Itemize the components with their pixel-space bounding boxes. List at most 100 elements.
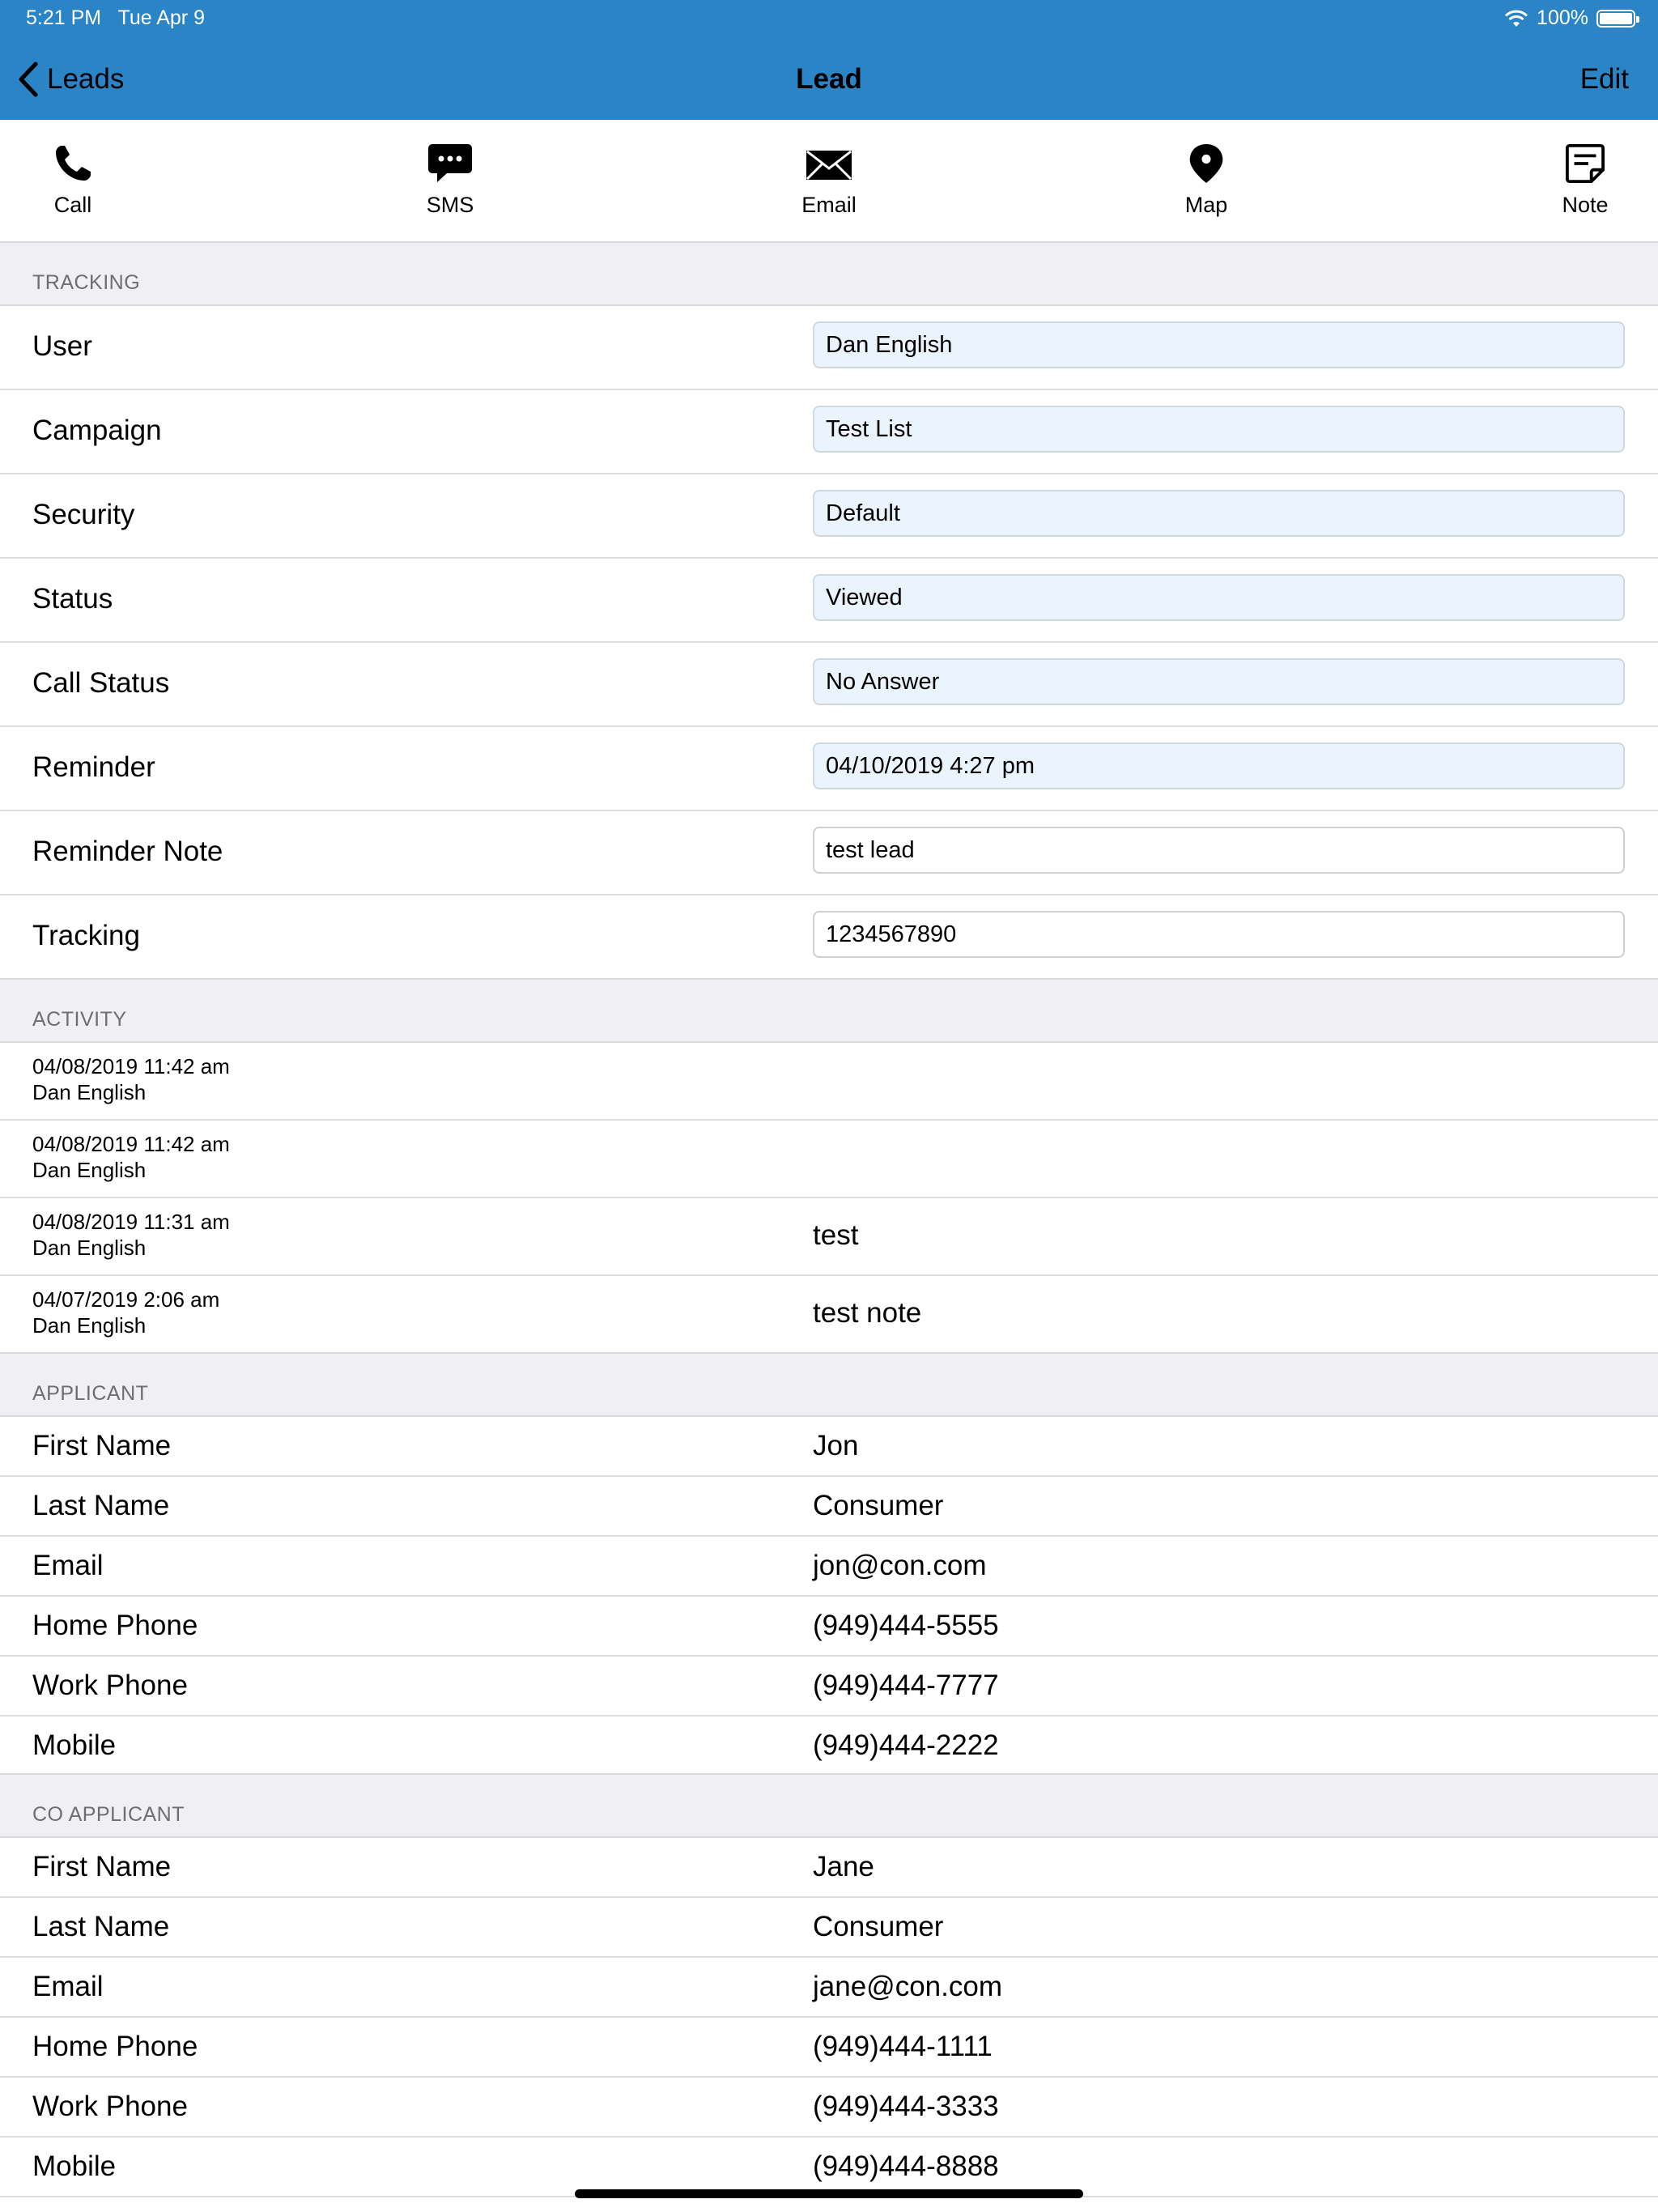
call-label: Call (53, 193, 92, 217)
note-label: Note (1562, 193, 1609, 217)
last-name-label: Last Name (32, 1490, 170, 1521)
user-label: User (32, 330, 92, 362)
co-work-phone-label: Work Phone (32, 2091, 188, 2122)
sms-button[interactable]: SMS (393, 143, 507, 218)
envelope-icon (806, 150, 852, 181)
co-mobile-label: Mobile (32, 2150, 117, 2182)
activity-header-label: ACTIVITY (32, 1008, 127, 1031)
work-phone-value[interactable]: (949)444-7777 (813, 1670, 999, 1702)
tracking-row-security: Security Default (0, 474, 1658, 559)
tracking-row-user: User Dan English (0, 306, 1658, 390)
co-applicant-row-last-name: Last Name Consumer (0, 1898, 1658, 1958)
activity-item[interactable]: 04/08/2019 11:42 am Dan English (0, 1043, 1658, 1121)
applicant-row-last-name: Last Name Consumer (0, 1477, 1658, 1537)
activity-item[interactable]: 04/07/2019 2:06 am Dan English test note (0, 1276, 1658, 1352)
co-applicant-row-work-phone: Work Phone (949)444-3333 (0, 2078, 1658, 2138)
activity-date: 04/08/2019 11:42 am (32, 1132, 230, 1156)
email-label: Email (32, 1550, 104, 1581)
co-applicant-section-header: CO APPLICANT (0, 1773, 1658, 1838)
applicant-row-work-phone: Work Phone (949)444-7777 (0, 1657, 1658, 1716)
activity-item[interactable]: 04/08/2019 11:31 am Dan English test (0, 1198, 1658, 1276)
mobile-value[interactable]: (949)444-2222 (813, 1729, 999, 1762)
co-applicant-header-label: CO APPLICANT (32, 1803, 185, 1826)
tracking-header-label: TRACKING (32, 271, 141, 294)
tracking-row-status: Status Viewed (0, 559, 1658, 643)
co-email-value[interactable]: jane@con.com (813, 1971, 1002, 2003)
applicant-row-first-name: First Name Jon (0, 1417, 1658, 1477)
call-button[interactable]: Call (16, 143, 130, 218)
status-bar-right: 100% (1504, 6, 1639, 30)
co-applicant-row-mobile: Mobile (949)444-8888 (0, 2138, 1658, 2197)
activity-user: Dan English (32, 1080, 147, 1104)
map-button[interactable]: Map (1150, 143, 1263, 218)
email-value[interactable]: jon@con.com (813, 1550, 987, 1582)
activity-text: test note (813, 1297, 922, 1329)
activity-date: 04/08/2019 11:31 am (32, 1210, 230, 1234)
reminder-note-label: Reminder Note (32, 836, 223, 867)
tracking-input[interactable]: 1234567890 (813, 911, 1625, 958)
first-name-value: Jon (813, 1430, 859, 1461)
call-status-select[interactable]: No Answer (813, 658, 1625, 705)
activity-item[interactable]: 04/08/2019 11:42 am Dan English (0, 1121, 1658, 1198)
tracking-row-reminder-note: Reminder Note test lead (0, 811, 1658, 895)
email-button[interactable]: Email (772, 143, 886, 218)
first-name-label: First Name (32, 1430, 172, 1461)
applicant-header-label: APPLICANT (32, 1382, 149, 1405)
tracking-section-header: TRACKING (0, 241, 1658, 306)
reminder-label: Reminder (32, 751, 155, 783)
reminder-note-input[interactable]: test lead (813, 827, 1625, 874)
home-phone-value[interactable]: (949)444-5555 (813, 1610, 999, 1642)
phone-icon (56, 146, 91, 181)
co-last-name-value: Consumer (813, 1911, 944, 1942)
home-phone-label: Home Phone (32, 1610, 198, 1641)
tracking-row-call-status: Call Status No Answer (0, 643, 1658, 727)
co-work-phone-value[interactable]: (949)444-3333 (813, 2091, 999, 2123)
activity-user: Dan English (32, 1158, 147, 1182)
status-select[interactable]: Viewed (813, 574, 1625, 621)
applicant-row-home-phone: Home Phone (949)444-5555 (0, 1597, 1658, 1657)
status-time: 5:21 PM (26, 6, 102, 29)
co-applicant-row-email: Email jane@con.com (0, 1958, 1658, 2018)
applicant-row-email: Email jon@con.com (0, 1537, 1658, 1597)
map-label: Map (1184, 193, 1228, 217)
work-phone-label: Work Phone (32, 1670, 188, 1701)
mobile-label: Mobile (32, 1729, 117, 1761)
action-toolbar: Call SMS Email Map Note (0, 120, 1658, 243)
co-mobile-value[interactable]: (949)444-8888 (813, 2150, 999, 2183)
note-button[interactable]: Note (1528, 143, 1642, 218)
tracking-row-reminder: Reminder 04/10/2019 4:27 pm (0, 727, 1658, 811)
co-email-label: Email (32, 1971, 104, 2002)
user-select[interactable]: Dan English (813, 321, 1625, 368)
battery-icon (1596, 9, 1639, 28)
wifi-icon (1504, 10, 1528, 27)
activity-date: 04/08/2019 11:42 am (32, 1054, 230, 1078)
co-last-name-label: Last Name (32, 1911, 170, 1942)
activity-user: Dan English (32, 1313, 147, 1338)
co-home-phone-value[interactable]: (949)444-1111 (813, 2031, 993, 2063)
status-bar-time: 5:21 PM Tue Apr 9 (26, 6, 205, 30)
security-label: Security (32, 499, 135, 530)
co-first-name-label: First Name (32, 1851, 172, 1882)
page-title: Lead (796, 63, 862, 95)
activity-text: test (813, 1219, 859, 1251)
campaign-select[interactable]: Test List (813, 406, 1625, 453)
home-indicator[interactable] (575, 2189, 1083, 2198)
call-status-label: Call Status (32, 667, 170, 699)
tracking-row-tracking: Tracking 1234567890 (0, 895, 1658, 980)
navigation-bar: 5:21 PM Tue Apr 9 100% Leads Lead Edit (0, 0, 1658, 120)
co-applicant-row-home-phone: Home Phone (949)444-1111 (0, 2018, 1658, 2078)
activity-section-header: ACTIVITY (0, 978, 1658, 1043)
email-label: Email (801, 193, 857, 217)
applicant-section-header: APPLICANT (0, 1352, 1658, 1417)
map-pin-icon (1189, 144, 1223, 183)
status-date: Tue Apr 9 (117, 6, 205, 29)
status-label: Status (32, 583, 113, 615)
co-home-phone-label: Home Phone (32, 2031, 198, 2062)
applicant-row-mobile: Mobile (949)444-2222 (0, 1716, 1658, 1775)
note-icon (1565, 143, 1605, 184)
security-select[interactable]: Default (813, 490, 1625, 537)
edit-button[interactable]: Edit (1580, 57, 1629, 102)
sms-label: SMS (426, 193, 474, 217)
reminder-date-picker[interactable]: 04/10/2019 4:27 pm (813, 742, 1625, 789)
campaign-label: Campaign (32, 415, 162, 446)
